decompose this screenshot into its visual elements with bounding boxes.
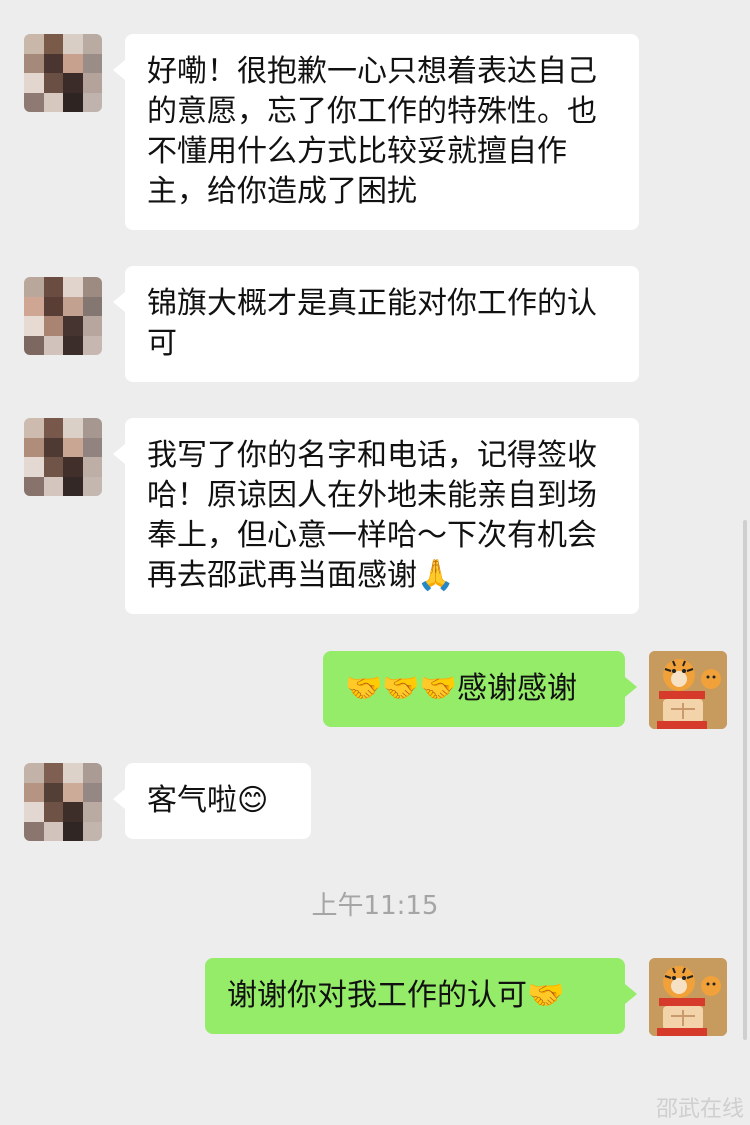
message-bubble-sent[interactable]: 🤝🤝🤝感谢感谢 [323,651,637,727]
message-bubble[interactable]: 锦旗大概才是真正能对你工作的认可 [113,266,639,382]
watermark-text: 邵武在线 [655,1097,744,1122]
message-bubble[interactable]: 我写了你的名字和电话，记得签收哈！原谅因人在外地未能亲自到场奉上，但心意一样哈～… [113,418,639,614]
tiger-avatar-icon[interactable] [649,651,727,729]
contact-avatar-icon[interactable] [24,277,102,355]
contact-avatar-icon[interactable] [24,763,102,841]
message-bubble-sent[interactable]: 谢谢你对我工作的认可🤝 [205,958,637,1034]
scrollbar[interactable] [743,520,747,1040]
contact-avatar-icon[interactable] [24,34,102,112]
message-bubble[interactable]: 客气啦😊 [113,763,311,839]
tiger-avatar-icon[interactable] [649,958,727,1036]
message-timestamp: 上午11:15 [311,891,439,921]
message-bubble[interactable]: 好嘞！很抱歉一心只想着表达自己的意愿，忘了你工作的特殊性。也不懂用什么方式比较妥… [113,34,639,230]
contact-avatar-icon[interactable] [24,418,102,496]
